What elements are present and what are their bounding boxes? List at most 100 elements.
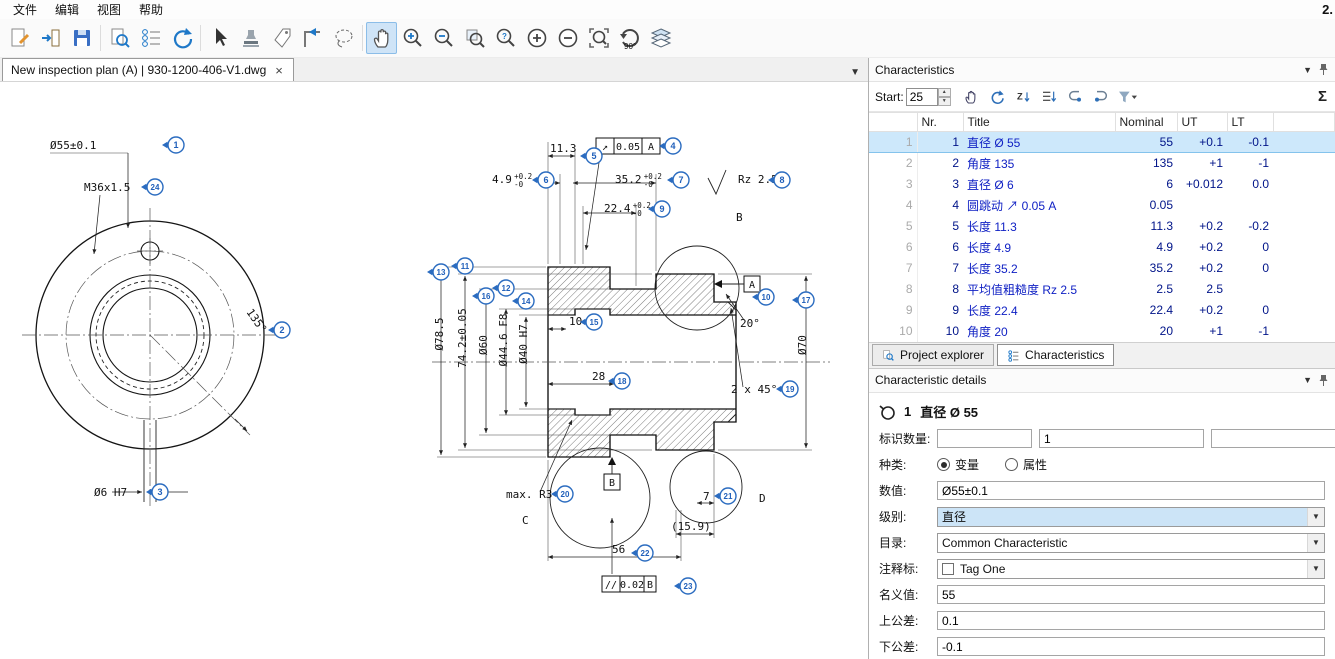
- table-row[interactable]: 99长度 22.422.4+0.20: [869, 300, 1335, 321]
- col-ut[interactable]: UT: [1177, 113, 1227, 132]
- table-row[interactable]: 11直径 Ø 5555+0.1-0.1: [869, 132, 1335, 153]
- row-index: 3: [869, 174, 917, 195]
- menu-help[interactable]: 帮助: [130, 0, 172, 19]
- renumber-button[interactable]: [1037, 85, 1061, 109]
- balloon-17[interactable]: 17: [792, 292, 814, 308]
- balloon-23[interactable]: 23: [674, 578, 696, 594]
- ut-input[interactable]: [937, 611, 1325, 630]
- drawing-canvas[interactable]: ↗ 0.05 A // 0.02 B A B: [0, 82, 868, 659]
- balloon-list-button[interactable]: [135, 22, 166, 54]
- zoom-query-button[interactable]: ?: [490, 22, 521, 54]
- value-input[interactable]: [937, 481, 1325, 500]
- balloon-21[interactable]: 21: [714, 488, 736, 504]
- id-count-input-3[interactable]: [1211, 429, 1335, 448]
- enlarge-button[interactable]: [521, 22, 552, 54]
- zoom-out-button[interactable]: [428, 22, 459, 54]
- table-row[interactable]: 22角度 135135+1-1: [869, 153, 1335, 174]
- nominal-input[interactable]: [937, 585, 1325, 604]
- balloon-11[interactable]: 11: [451, 258, 473, 274]
- insert-after-button[interactable]: [1089, 85, 1113, 109]
- find-button[interactable]: [104, 22, 135, 54]
- filter-button[interactable]: [1115, 85, 1139, 109]
- table-row[interactable]: 88平均值粗糙度 Rz 2.52.52.5: [869, 279, 1335, 300]
- zoom-in-button[interactable]: [397, 22, 428, 54]
- sum-button[interactable]: Σ: [1318, 88, 1329, 105]
- stamp-button[interactable]: [235, 22, 266, 54]
- id-count-input-2[interactable]: [1039, 429, 1204, 448]
- balloon-3[interactable]: 3: [146, 484, 168, 500]
- balloon-16[interactable]: 16: [472, 288, 494, 304]
- sort-z-button[interactable]: Z: [1011, 85, 1035, 109]
- tag-checkbox[interactable]: [942, 563, 954, 575]
- sync-balloons-button[interactable]: [166, 22, 197, 54]
- select-cursor-button[interactable]: [204, 22, 235, 54]
- shrink-button[interactable]: [552, 22, 583, 54]
- chevron-down-icon[interactable]: ▼: [1307, 508, 1324, 526]
- zoom-window-button[interactable]: [583, 22, 614, 54]
- rotate-90-button[interactable]: 90°: [614, 22, 645, 54]
- document-tab[interactable]: New inspection plan (A) | 930-1200-406-V…: [2, 58, 294, 81]
- tag-button[interactable]: [266, 22, 297, 54]
- col-title[interactable]: Title: [963, 113, 1115, 132]
- radio-attribute[interactable]: 属性: [1005, 456, 1047, 473]
- tab-list-button[interactable]: ▼: [850, 67, 860, 78]
- layers-button[interactable]: [645, 22, 676, 54]
- close-tab-icon[interactable]: ×: [273, 63, 285, 78]
- zoom-fit-button[interactable]: [459, 22, 490, 54]
- new-plan-button[interactable]: [4, 22, 35, 54]
- balloon-12[interactable]: 12: [492, 280, 514, 296]
- start-spinner[interactable]: ▲▼: [938, 88, 951, 106]
- pick-characteristic-button[interactable]: [959, 85, 983, 109]
- menu-file[interactable]: 文件: [4, 0, 46, 19]
- balloon-22[interactable]: 22: [631, 545, 653, 561]
- balloon-15[interactable]: 15: [580, 314, 602, 330]
- balloon-18[interactable]: 18: [608, 373, 630, 389]
- table-row[interactable]: 55长度 11.311.3+0.2-0.2: [869, 216, 1335, 237]
- insert-before-button[interactable]: [1063, 85, 1087, 109]
- cell-nr: 6: [917, 237, 963, 258]
- pan-button[interactable]: [366, 22, 397, 54]
- catalog-combo[interactable]: Common Characteristic ▼: [937, 533, 1325, 553]
- table-row[interactable]: 77长度 35.235.2+0.20: [869, 258, 1335, 279]
- col-lt[interactable]: LT: [1227, 113, 1273, 132]
- recapture-button[interactable]: [985, 85, 1009, 109]
- balloon-24[interactable]: 24: [141, 179, 163, 195]
- open-button[interactable]: [35, 22, 66, 54]
- snip-corner-button[interactable]: [297, 22, 328, 54]
- balloon-1[interactable]: 1: [162, 137, 184, 153]
- table-row[interactable]: 33直径 Ø 66+0.0120.0: [869, 174, 1335, 195]
- pin-icon[interactable]: [1318, 63, 1329, 76]
- balloon-19[interactable]: 19: [776, 381, 798, 397]
- menu-view[interactable]: 视图: [88, 0, 130, 19]
- pin-icon[interactable]: [1318, 374, 1329, 387]
- panel-menu-icon[interactable]: ▼: [1297, 65, 1318, 75]
- table-row[interactable]: 66长度 4.94.9+0.20: [869, 237, 1335, 258]
- level-combo[interactable]: 直径 ▼: [937, 507, 1325, 527]
- start-input[interactable]: [906, 88, 938, 106]
- save-button[interactable]: [66, 22, 97, 54]
- col-nominal[interactable]: Nominal: [1115, 113, 1177, 132]
- lt-input[interactable]: [937, 637, 1325, 656]
- col-nr[interactable]: Nr.: [917, 113, 963, 132]
- table-row[interactable]: 44圆跳动 ↗ 0.05 A0.05: [869, 195, 1335, 216]
- tab-project-explorer[interactable]: Project explorer: [872, 344, 994, 366]
- chevron-down-icon[interactable]: ▼: [1307, 560, 1324, 578]
- panel-menu-icon[interactable]: ▼: [1297, 375, 1318, 385]
- id-count-input-1[interactable]: [937, 429, 1032, 448]
- lasso-button[interactable]: [328, 22, 359, 54]
- balloon-4[interactable]: 4: [659, 138, 681, 154]
- tab-characteristics[interactable]: Characteristics: [997, 344, 1114, 366]
- balloon-2[interactable]: 2: [268, 322, 290, 338]
- balloon-6[interactable]: 6: [532, 172, 554, 188]
- menu-edit[interactable]: 编辑: [46, 0, 88, 19]
- balloon-20[interactable]: 20: [551, 486, 573, 502]
- balloon-9[interactable]: 9: [648, 201, 670, 217]
- tag-combo[interactable]: Tag One ▼: [937, 559, 1325, 579]
- balloon-13[interactable]: 13: [427, 264, 449, 280]
- table-row[interactable]: 1010角度 2020+1-1: [869, 321, 1335, 342]
- balloon-5[interactable]: 5: [580, 148, 602, 164]
- chevron-down-icon[interactable]: ▼: [1307, 534, 1324, 552]
- balloon-14[interactable]: 14: [512, 293, 534, 309]
- balloon-7[interactable]: 7: [667, 172, 689, 188]
- radio-variable[interactable]: 变量: [937, 456, 979, 473]
